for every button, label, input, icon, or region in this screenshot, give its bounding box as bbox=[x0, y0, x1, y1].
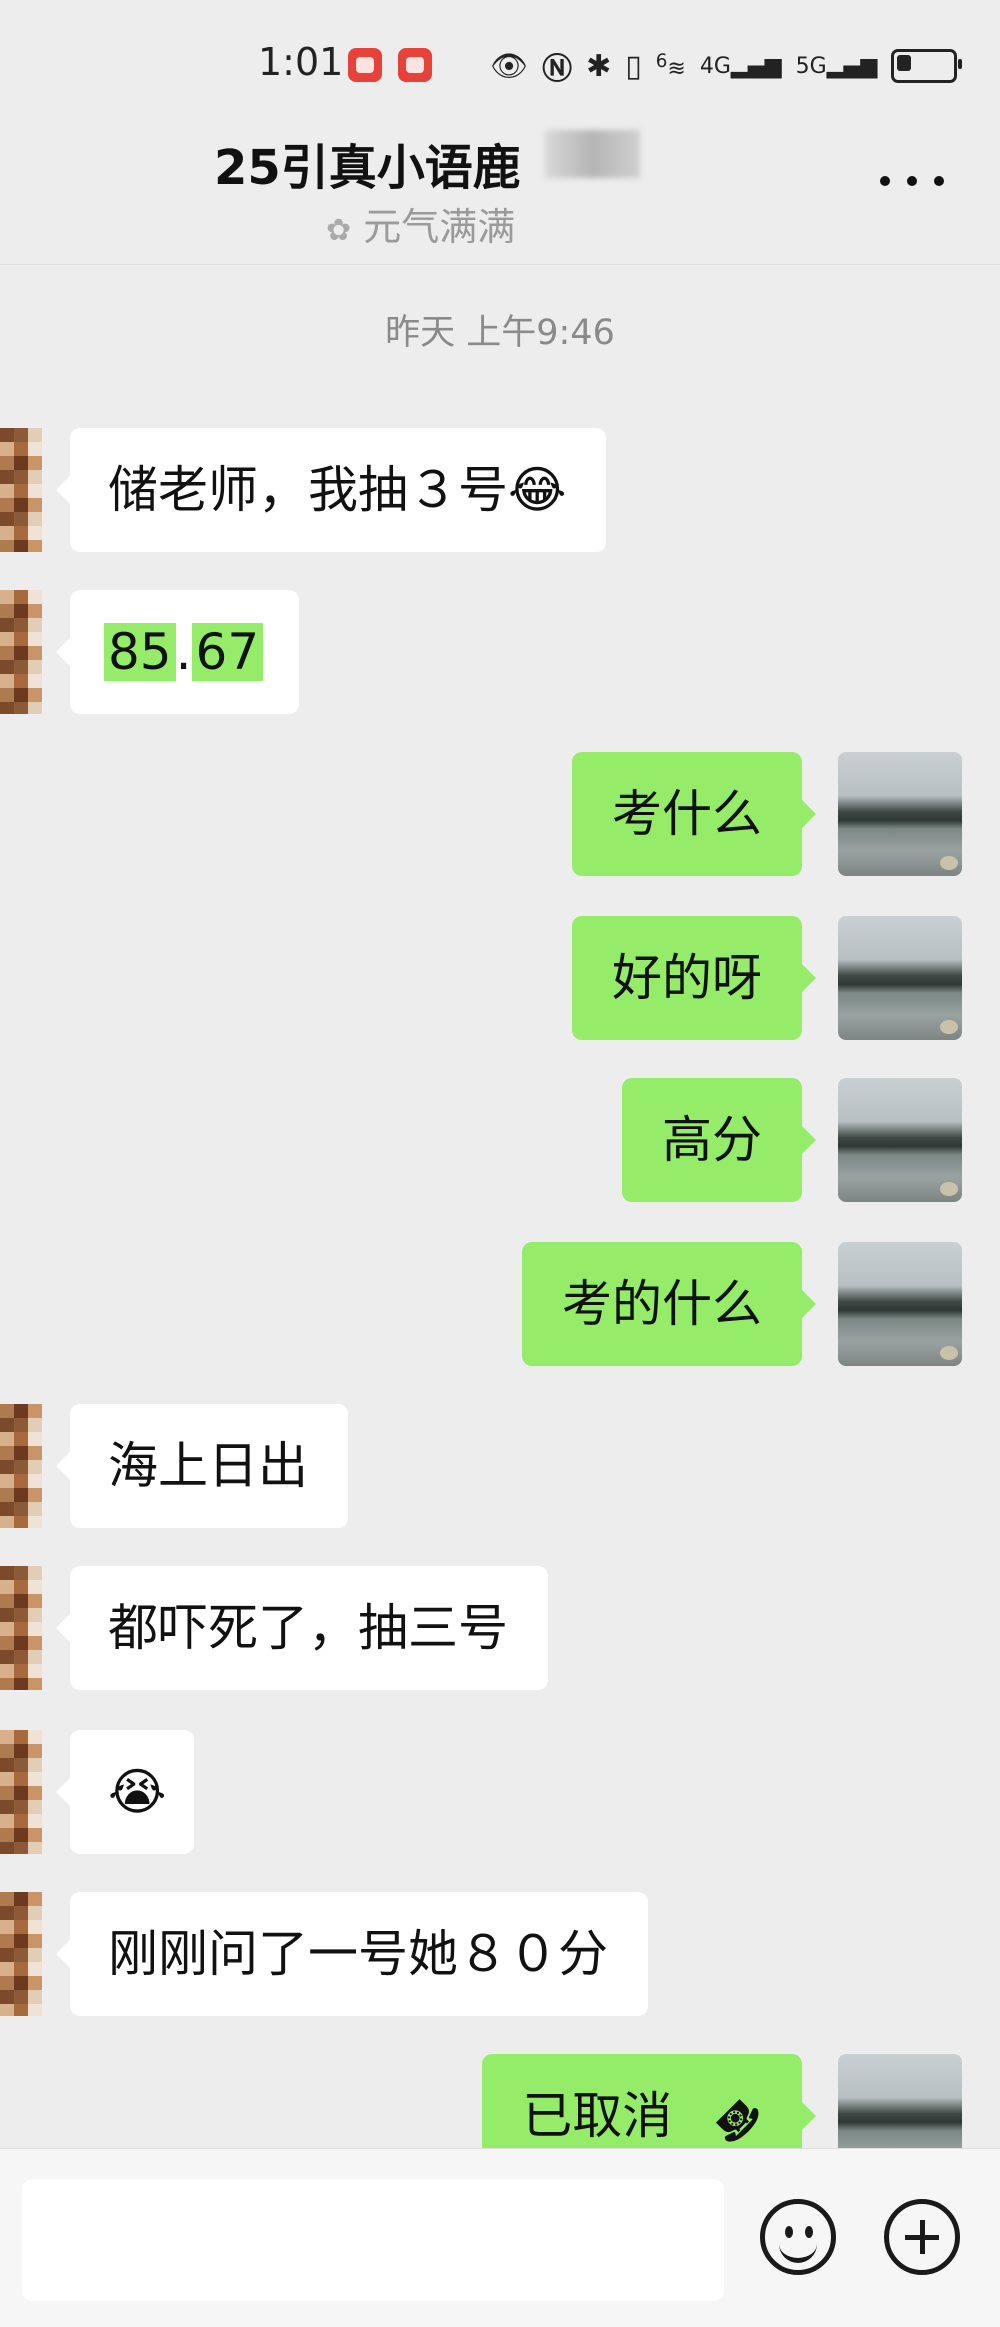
contact-avatar[interactable] bbox=[0, 1730, 42, 1854]
input-bar bbox=[0, 2148, 1000, 2327]
redacted-title-part bbox=[545, 130, 640, 178]
outgoing-message[interactable]: 考的什么 bbox=[522, 1242, 816, 1366]
signal-4g-icon: 4G▂▄▆ bbox=[699, 53, 782, 79]
outgoing-message[interactable]: 好的呀 bbox=[572, 916, 816, 1040]
incoming-message[interactable]: 85.67 bbox=[55, 590, 300, 714]
wifi-icon: 6≋ bbox=[655, 50, 686, 82]
status-icon: ✿ bbox=[326, 213, 352, 248]
status-time: 1:01 bbox=[258, 40, 344, 84]
contact-avatar[interactable] bbox=[0, 1566, 42, 1690]
outgoing-message[interactable]: 高分 bbox=[622, 1078, 816, 1202]
message-input[interactable] bbox=[22, 2179, 724, 2301]
status-icons: 👁 Ⓝ ✱ ▯ 6≋ 4G▂▄▆ 5G▂▄▆ bbox=[490, 44, 963, 88]
message-timestamp: 昨天 上午9:46 bbox=[385, 313, 615, 353]
contact-avatar[interactable] bbox=[0, 428, 42, 552]
battery-icon bbox=[891, 49, 963, 83]
bluetooth-icon: ✱ bbox=[586, 48, 612, 84]
incoming-message[interactable]: 海上日出 bbox=[56, 1404, 348, 1528]
header-divider bbox=[0, 264, 1000, 265]
nfc-icon: Ⓝ bbox=[542, 52, 573, 87]
my-avatar[interactable] bbox=[838, 1242, 962, 1366]
more-options-button[interactable] bbox=[880, 166, 944, 196]
emoji-button[interactable] bbox=[760, 2199, 836, 2275]
contact-avatar[interactable] bbox=[0, 1404, 42, 1528]
status-bar: 1:01 👁 Ⓝ ✱ ▯ 6≋ 4G▂▄▆ 5G▂▄▆ bbox=[0, 0, 1000, 130]
crying-emoji: 😭 bbox=[108, 1763, 167, 1821]
my-avatar[interactable] bbox=[838, 1078, 962, 1202]
incoming-message[interactable]: 都吓死了，抽三号 bbox=[56, 1566, 548, 1690]
app-notification-icon bbox=[398, 48, 432, 82]
my-avatar[interactable] bbox=[838, 752, 962, 876]
incoming-message[interactable]: 储老师，我抽３号😂 bbox=[55, 428, 607, 552]
chat-title[interactable]: 25引真小语鹿 bbox=[214, 128, 521, 198]
eye-icon: 👁 bbox=[490, 48, 529, 84]
vibrate-icon: ▯ bbox=[625, 48, 642, 84]
contact-avatar[interactable] bbox=[0, 590, 42, 714]
plus-icon[interactable] bbox=[884, 2199, 960, 2275]
app-notification-icon bbox=[348, 48, 382, 82]
contact-avatar[interactable] bbox=[0, 1892, 42, 2016]
signal-5g-icon: 5G▂▄▆ bbox=[795, 53, 878, 79]
my-avatar[interactable] bbox=[838, 916, 962, 1040]
outgoing-message[interactable]: 考什么 bbox=[572, 752, 816, 876]
incoming-message[interactable]: 😭 bbox=[55, 1730, 195, 1854]
chat-status: ✿ 元气满满 bbox=[326, 205, 516, 249]
incoming-message[interactable]: 刚刚问了一号她８０分 bbox=[56, 1892, 648, 2016]
